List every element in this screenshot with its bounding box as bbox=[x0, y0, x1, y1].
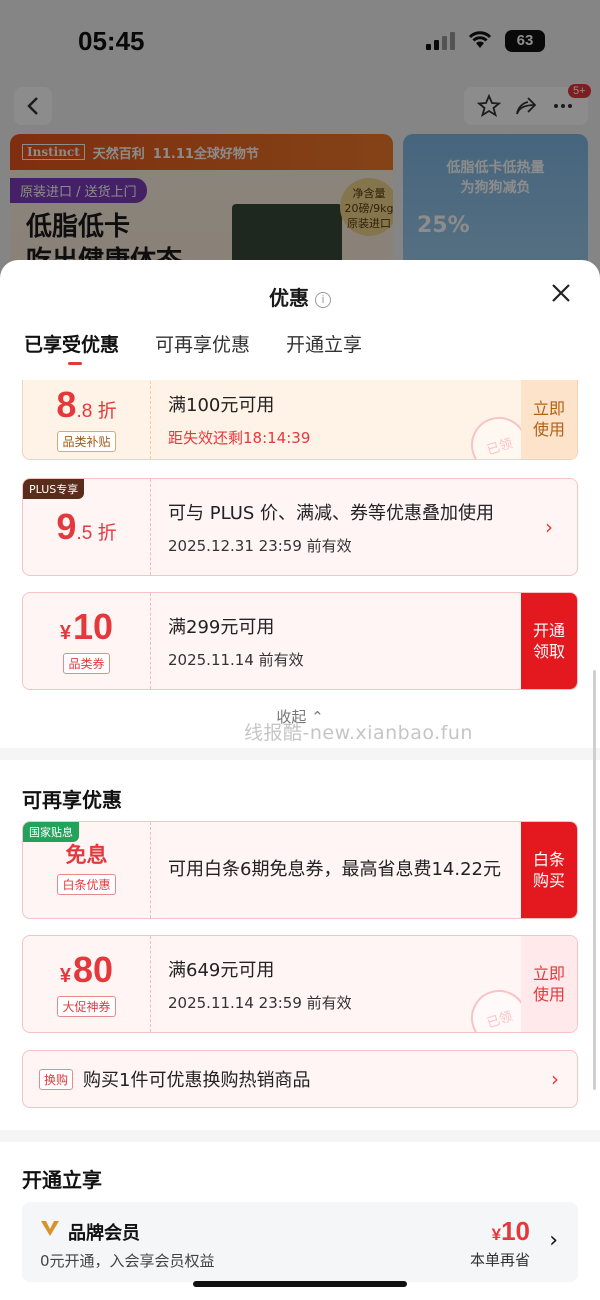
close-icon[interactable] bbox=[550, 282, 572, 304]
coupon-type-label: 白条优惠 bbox=[57, 874, 116, 895]
promo-tabs: 已享受优惠 可再享优惠 开通立享 bbox=[0, 322, 600, 380]
swap-tag: 换购 bbox=[39, 1068, 74, 1090]
tab-open[interactable]: 开通立享 bbox=[286, 322, 362, 380]
coupon-validity: 2025.11.14 前有效 bbox=[168, 650, 304, 669]
sheet-title: 优惠 i bbox=[0, 282, 600, 311]
member-saving: ¥10 本单再省 bbox=[470, 1216, 530, 1270]
coupon-validity: 2025.12.31 23:59 前有效 bbox=[168, 536, 352, 555]
coupon-validity: 2025.11.14 23:59 前有效 bbox=[168, 993, 352, 1012]
chevron-right-icon: › bbox=[551, 1067, 559, 1091]
coupon-amount: ¥10 bbox=[59, 605, 114, 647]
coupon-plus[interactable]: PLUS专享 9.5 折 可与 PLUS 价、满减、券等优惠叠加使用 2025.… bbox=[22, 478, 578, 576]
open-claim-button[interactable]: 开通 领取 bbox=[521, 593, 577, 689]
coupon-condition: 可与 PLUS 价、满减、券等优惠叠加使用 bbox=[168, 502, 495, 524]
coupon-left: 免息 白条优惠 bbox=[23, 822, 151, 918]
use-now-button[interactable]: 立即 使用 bbox=[521, 380, 577, 459]
coupon-type-label: 大促神券 bbox=[57, 995, 116, 1017]
swap-text: 购买1件可优惠换购热销商品 bbox=[83, 1070, 311, 1091]
coupon-amount: ¥80 bbox=[59, 948, 114, 990]
coupon-left: 8.8 折 品类补贴 bbox=[23, 380, 151, 459]
coupon-discount: 9.5 折 bbox=[56, 506, 117, 547]
sheet-title-text: 优惠 bbox=[269, 286, 309, 310]
coupon-condition: 可用白条6期免息券，最高省息费14.22元 bbox=[168, 859, 501, 880]
coupon-title: 免息 bbox=[65, 844, 108, 867]
baitiao-buy-button[interactable]: 白条 购买 bbox=[521, 822, 577, 918]
coupon-info: 满299元可用 2025.11.14 前有效 bbox=[168, 593, 517, 689]
coupon-interest-free[interactable]: 国家贴息 免息 白条优惠 可用白条6期免息券，最高省息费14.22元 白条 购买 bbox=[22, 821, 578, 919]
modal-overlay[interactable] bbox=[0, 0, 600, 300]
brand-member-card[interactable]: 品牌会员 0元开通，入会享会员权益 ¥10 本单再省 › bbox=[22, 1202, 578, 1282]
section-title-open: 开通立享 bbox=[22, 1168, 102, 1192]
swap-offer[interactable]: 换购 购买1件可优惠换购热销商品 › bbox=[22, 1050, 578, 1108]
chevron-right-icon[interactable]: › bbox=[521, 479, 577, 575]
use-now-button[interactable]: 立即 使用 bbox=[521, 936, 577, 1032]
brand-member-logo-icon bbox=[41, 1221, 59, 1236]
promotions-sheet: 优惠 i 已享受优惠 可再享优惠 开通立享 8.8 折 品类补贴 满100元可用 … bbox=[0, 260, 600, 1300]
coupon-category-subsidy[interactable]: 8.8 折 品类补贴 满100元可用 距失效还剩18:14:39 已领 立即 使… bbox=[22, 380, 578, 460]
section-title-more: 可再享优惠 bbox=[22, 788, 122, 812]
member-desc: 0元开通，入会享会员权益 bbox=[40, 1252, 215, 1270]
coupon-left: 9.5 折 bbox=[23, 479, 151, 575]
coupon-countdown: 距失效还剩18:14:39 bbox=[168, 428, 311, 447]
section-divider bbox=[0, 748, 600, 760]
promo-list[interactable]: 8.8 折 品类补贴 满100元可用 距失效还剩18:14:39 已领 立即 使… bbox=[0, 380, 600, 1300]
section-divider bbox=[0, 1130, 600, 1142]
coupon-discount: 8.8 折 bbox=[56, 383, 117, 425]
coupon-left: ¥10 品类券 bbox=[23, 593, 151, 689]
tab-enjoyed[interactable]: 已享受优惠 bbox=[24, 322, 119, 380]
coupon-condition: 满100元可用 bbox=[168, 394, 275, 416]
coupon-type-label: 品类券 bbox=[63, 652, 110, 674]
scrollbar[interactable] bbox=[593, 670, 596, 1090]
coupon-info: 可用白条6期免息券，最高省息费14.22元 bbox=[168, 822, 517, 918]
coupon-condition: 满649元可用 bbox=[168, 959, 275, 981]
chevron-right-icon: › bbox=[549, 1228, 558, 1253]
member-saving-amount: ¥10 bbox=[491, 1216, 530, 1246]
member-saving-label: 本单再省 bbox=[469, 1251, 530, 1269]
tab-more[interactable]: 可再享优惠 bbox=[155, 322, 250, 380]
coupon-info: 满649元可用 2025.11.14 23:59 前有效 bbox=[168, 936, 517, 1032]
coupon-left: ¥80 大促神券 bbox=[23, 936, 151, 1032]
home-indicator[interactable] bbox=[193, 1281, 407, 1287]
member-name: 品牌会员 bbox=[68, 1223, 140, 1244]
watermark: 线报酷-new.xianbao.fun bbox=[244, 722, 473, 744]
coupon-big-promo[interactable]: ¥80 大促神券 满649元可用 2025.11.14 23:59 前有效 已领… bbox=[22, 935, 578, 1033]
coupon-info: 满100元可用 距失效还剩18:14:39 bbox=[168, 380, 517, 459]
sheet-header: 优惠 i bbox=[0, 260, 600, 322]
coupon-condition: 满299元可用 bbox=[168, 616, 275, 638]
coupon-category[interactable]: ¥10 品类券 满299元可用 2025.11.14 前有效 开通 领取 bbox=[22, 592, 578, 690]
info-icon[interactable]: i bbox=[315, 292, 331, 308]
coupon-info: 可与 PLUS 价、满减、券等优惠叠加使用 2025.12.31 23:59 前… bbox=[168, 479, 517, 575]
coupon-type-label: 品类补贴 bbox=[57, 430, 116, 452]
